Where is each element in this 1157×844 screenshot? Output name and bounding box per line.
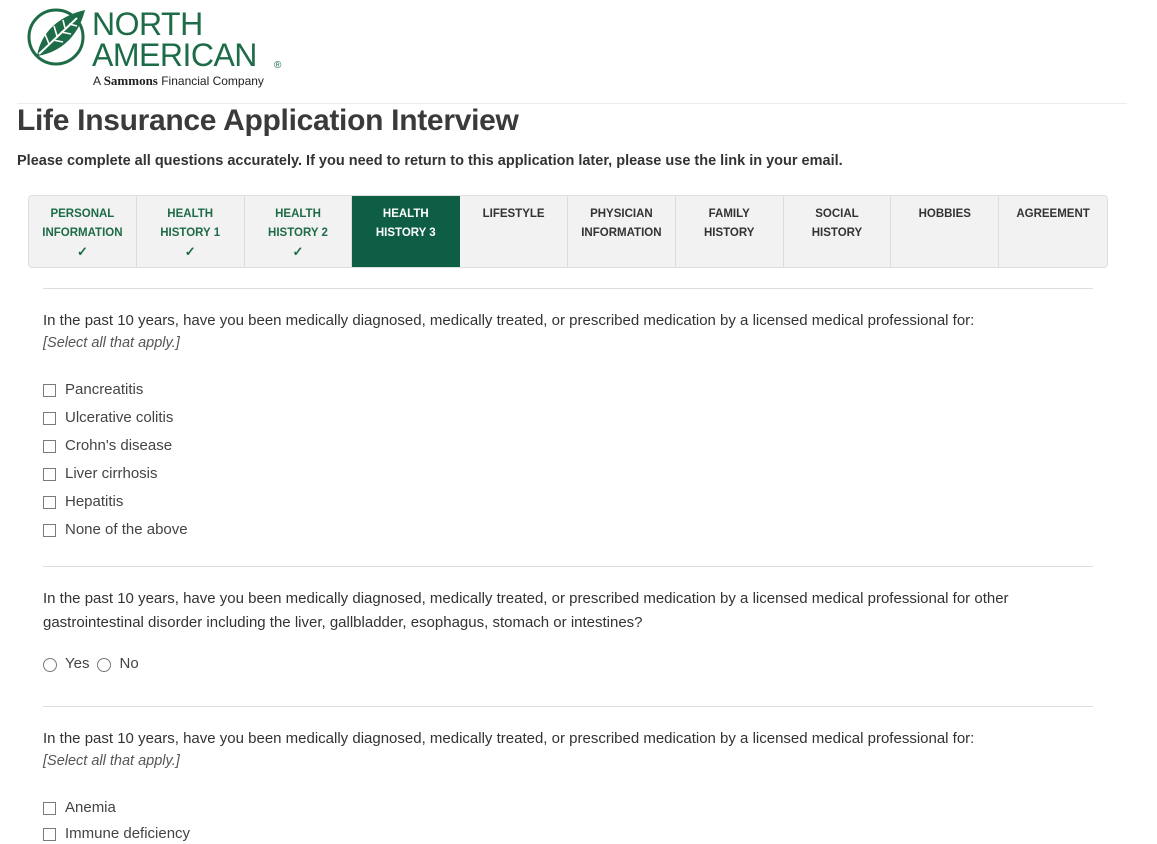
- option-immune-deficiency[interactable]: Immune deficiency: [43, 822, 190, 844]
- registered-mark: ®: [274, 60, 282, 71]
- radio-button[interactable]: [97, 658, 112, 672]
- question-2-radio-group: Yes No: [43, 655, 147, 672]
- tab-label: HOBBIES: [918, 208, 971, 220]
- page-subtitle: Please complete all questions accurately…: [17, 153, 843, 169]
- tab-family-history[interactable]: FAMILY HISTORY: [676, 196, 784, 267]
- radio-button[interactable]: [43, 658, 57, 672]
- tab-label: SOCIAL HISTORY: [811, 208, 863, 239]
- question-2-text: In the past 10 years, have you been medi…: [43, 590, 1009, 631]
- tab-physician-information[interactable]: PHYSICIAN INFORMATION: [568, 196, 676, 267]
- option-label: None of the above: [65, 520, 188, 538]
- tab-label: HEALTH HISTORY 2: [268, 208, 328, 239]
- tab-hobbies[interactable]: HOBBIES: [891, 196, 1000, 267]
- checkmark-icon: ✓: [184, 244, 196, 259]
- page-title: Life Insurance Application Interview: [17, 104, 519, 137]
- tab-health-history-1[interactable]: HEALTH HISTORY 1 ✓: [137, 196, 245, 267]
- section-divider: [43, 566, 1093, 567]
- option-label: Liver cirrhosis: [65, 464, 158, 482]
- checkbox[interactable]: [43, 412, 56, 425]
- tab-social-history[interactable]: SOCIAL HISTORY: [784, 196, 892, 267]
- question-3-hint: [Select all that apply.]: [43, 753, 180, 769]
- option-label: Crohn's disease: [65, 436, 173, 454]
- option-label: Immune deficiency: [65, 824, 191, 842]
- tab-agreement[interactable]: AGREEMENT: [999, 196, 1107, 267]
- tab-label: AGREEMENT: [1016, 208, 1090, 220]
- tab-label: PHYSICIAN INFORMATION: [581, 208, 662, 239]
- option-label: Ulcerative colitis: [65, 408, 174, 426]
- option-label: Yes: [65, 655, 90, 672]
- option-ulcerative-colitis[interactable]: Ulcerative colitis: [43, 406, 173, 428]
- option-none-of-the-above[interactable]: None of the above: [43, 518, 188, 540]
- option-liver-cirrhosis[interactable]: Liver cirrhosis: [43, 462, 158, 484]
- section-divider: [43, 288, 1093, 289]
- section-divider: [43, 706, 1093, 707]
- question-3-text: In the past 10 years, have you been medi…: [43, 730, 975, 747]
- option-label: Hepatitis: [65, 492, 124, 510]
- checkmark-icon: ✓: [292, 244, 304, 259]
- tab-label: FAMILY HISTORY: [703, 208, 755, 239]
- option-label: Pancreatitis: [65, 380, 144, 398]
- leaf-logo-icon: [27, 8, 85, 66]
- tab-health-history-2[interactable]: HEALTH HISTORY 2 ✓: [245, 196, 353, 267]
- option-crohns-disease[interactable]: Crohn's disease: [43, 434, 172, 456]
- checkbox[interactable]: [43, 828, 56, 841]
- tab-label: HEALTH HISTORY 3: [375, 208, 436, 239]
- question-1-hint: [Select all that apply.]: [43, 335, 180, 351]
- option-no[interactable]: No: [97, 655, 139, 672]
- tab-personal-information[interactable]: PERSONAL INFORMATION ✓: [29, 196, 137, 267]
- option-label: No: [119, 655, 139, 672]
- question-1-text: In the past 10 years, have you been medi…: [43, 312, 975, 329]
- tab-label: HEALTH HISTORY 1: [160, 208, 221, 239]
- option-anemia[interactable]: Anemia: [43, 796, 116, 818]
- checkbox[interactable]: [43, 468, 56, 481]
- checkbox[interactable]: [43, 496, 56, 509]
- option-yes[interactable]: Yes: [43, 655, 89, 672]
- checkbox[interactable]: [43, 524, 56, 537]
- application-progress-tabs: PERSONAL INFORMATION ✓ HEALTH HISTORY 1 …: [28, 195, 1108, 268]
- option-hepatitis[interactable]: Hepatitis: [43, 490, 123, 512]
- option-pancreatitis[interactable]: Pancreatitis: [43, 378, 143, 400]
- tab-lifestyle[interactable]: LIFESTYLE: [460, 196, 568, 267]
- checkmark-icon: ✓: [76, 244, 88, 259]
- brand-tagline: A Sammons Financial Company: [93, 73, 264, 88]
- option-label: Anemia: [65, 798, 116, 816]
- checkbox[interactable]: [43, 802, 56, 815]
- tab-label: PERSONAL INFORMATION: [42, 208, 123, 239]
- checkbox[interactable]: [43, 384, 56, 397]
- checkbox[interactable]: [43, 440, 56, 453]
- brand-name-line2: AMERICAN: [92, 37, 257, 73]
- tab-label: LIFESTYLE: [482, 208, 545, 220]
- company-logo[interactable]: NORTH AMERICAN ® A Sammons Financial Com…: [27, 6, 297, 92]
- tab-health-history-3[interactable]: HEALTH HISTORY 3: [352, 196, 461, 267]
